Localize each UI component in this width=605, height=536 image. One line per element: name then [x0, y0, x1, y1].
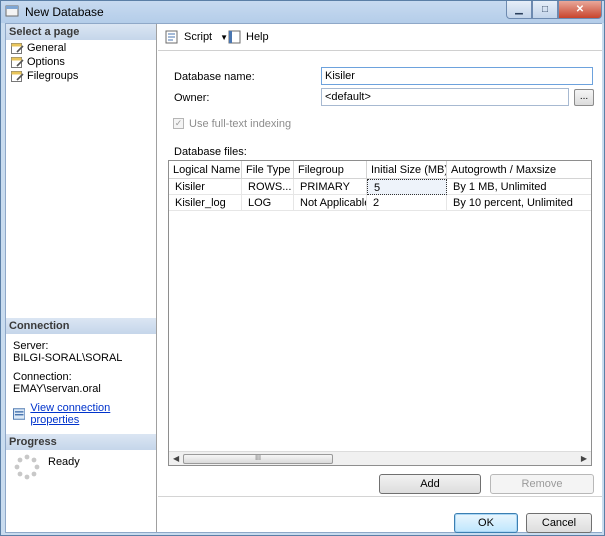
view-connection-properties-label: View connection properties [30, 402, 111, 426]
progress-spinner-icon [14, 454, 40, 480]
horizontal-scrollbar[interactable]: ◀ III ▶ [169, 451, 591, 465]
column-header[interactable]: File Type [242, 161, 294, 179]
owner-browse-button[interactable]: ... [574, 89, 594, 106]
connection-header: Connection [6, 318, 156, 334]
remove-button[interactable]: Remove [490, 474, 594, 494]
server-value: BILGI-SORAL\SORAL [13, 352, 123, 364]
ok-button[interactable]: OK [454, 513, 518, 533]
database-files-label: Database files: [174, 146, 247, 158]
progress-header: Progress [6, 434, 156, 450]
select-page-header: Select a page [6, 24, 156, 40]
table-cell[interactable]: 2 [367, 195, 447, 211]
page-item-general[interactable]: General [11, 41, 66, 55]
table-cell[interactable]: Kisiler [169, 179, 242, 195]
scroll-right-icon[interactable]: ▶ [581, 454, 587, 463]
table-cell[interactable]: ROWS... [242, 179, 294, 195]
minimize-button[interactable]: ▁ [506, 1, 532, 19]
column-header[interactable]: Initial Size (MB) [367, 161, 447, 179]
view-connection-properties-link[interactable]: View connection properties [13, 402, 156, 426]
database-icon [5, 5, 19, 17]
chevron-down-icon[interactable]: ▼ [220, 33, 228, 42]
close-button[interactable]: ✕ [558, 1, 602, 19]
scrollbar-thumb[interactable]: III [183, 454, 333, 464]
table-cell[interactable]: Kisiler_log [169, 195, 242, 211]
maximize-button[interactable]: □ [532, 1, 558, 19]
database-name-label: Database name: [174, 71, 255, 83]
table-cell[interactable]: LOG [242, 195, 294, 211]
fulltext-label: Use full-text indexing [189, 118, 292, 130]
title-bar[interactable]: New Database ▁ □ ✕ [1, 1, 604, 23]
page-wrench-icon [11, 43, 24, 54]
script-label: Script [184, 31, 213, 43]
database-name-input[interactable] [321, 67, 593, 85]
column-header[interactable]: Autogrowth / Maxsize [447, 161, 591, 179]
window-title: New Database [25, 5, 104, 19]
page-item-label: Options [27, 56, 65, 68]
properties-icon [13, 408, 26, 420]
general-page: Script ▼ Help Database name: Owner: ... … [158, 24, 602, 533]
column-header[interactable]: Logical Name [169, 161, 242, 179]
toolbar: Script ▼ Help [158, 24, 602, 51]
progress-status: Ready [48, 456, 80, 468]
page-wrench-icon [11, 57, 24, 68]
owner-label: Owner: [174, 92, 210, 104]
database-files-grid: Logical Name File Type Filegroup Initial… [168, 160, 592, 466]
table-cell[interactable]: PRIMARY [294, 179, 367, 195]
scroll-left-icon[interactable]: ◀ [173, 454, 179, 463]
owner-input[interactable] [321, 88, 569, 106]
add-button[interactable]: Add [379, 474, 481, 494]
page-item-label: Filegroups [27, 70, 79, 82]
page-item-options[interactable]: Options [11, 55, 65, 69]
page-selector-panel: Select a page General Options Filegroups… [6, 24, 157, 532]
column-header[interactable]: Filegroup [294, 161, 367, 179]
page-wrench-icon [11, 71, 24, 82]
script-icon [165, 30, 178, 44]
table-cell[interactable]: By 1 MB, Unlimited [447, 179, 591, 195]
connection-value: EMAY\servan.oral [13, 383, 101, 395]
page-item-label: General [27, 42, 67, 54]
help-button[interactable]: Help [228, 30, 269, 44]
help-book-icon [228, 30, 241, 44]
table-cell[interactable]: By 10 percent, Unlimited [447, 195, 591, 211]
fulltext-checkbox: ✓ [173, 118, 184, 129]
divider [158, 496, 602, 497]
table-cell[interactable]: 5 [367, 179, 447, 195]
dialog-body: Select a page General Options Filegroups… [5, 23, 602, 533]
help-label: Help [246, 31, 269, 43]
table-cell[interactable]: Not Applicable [294, 195, 367, 211]
page-item-filegroups[interactable]: Filegroups [11, 69, 78, 83]
cancel-button[interactable]: Cancel [526, 513, 592, 533]
new-database-window: New Database ▁ □ ✕ Select a page General [0, 0, 605, 536]
script-button[interactable]: Script ▼ [165, 30, 228, 44]
